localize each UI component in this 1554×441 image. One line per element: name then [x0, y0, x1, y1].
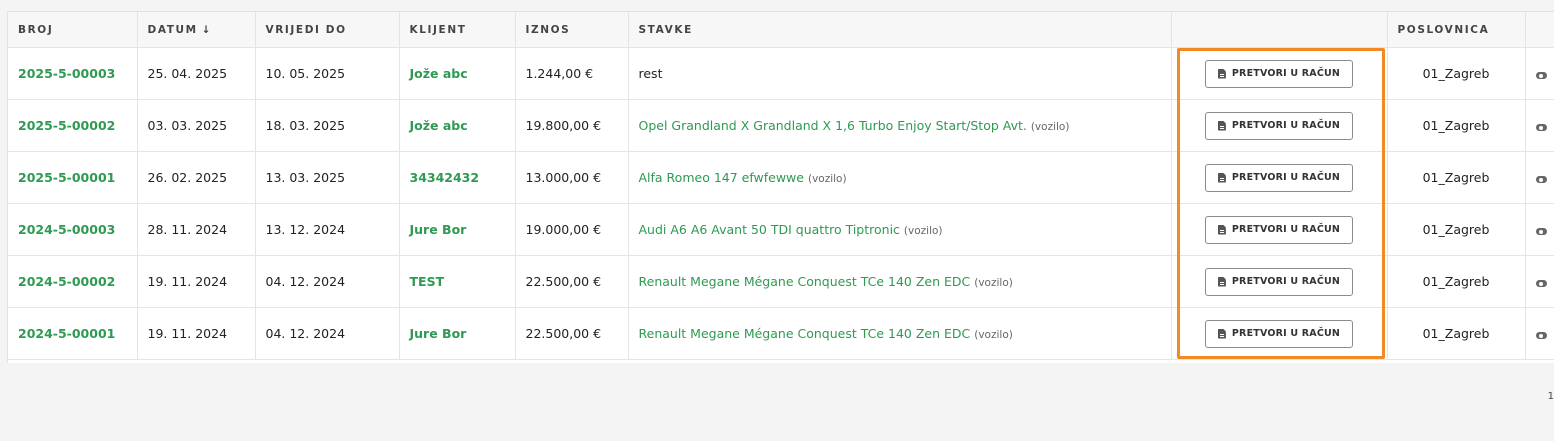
offer-amount: 19.800,00 €: [515, 99, 629, 152]
offer-date: 19. 11. 2024: [137, 307, 256, 360]
item-link[interactable]: Alfa Romeo 147 efwfewwe: [639, 170, 804, 185]
client-link[interactable]: Jože abc: [399, 47, 516, 100]
offer-number-link[interactable]: 2025-5-00001: [8, 151, 138, 204]
offer-date: 26. 02. 2025: [137, 151, 256, 204]
document-icon: [1217, 68, 1226, 79]
offer-amount: 19.000,00 €: [515, 203, 629, 256]
arrow-down-icon: ↓: [201, 23, 211, 36]
client-link[interactable]: Jure Bor: [399, 307, 516, 360]
column-header-datum[interactable]: DATUM ↓: [137, 12, 256, 48]
eye-icon[interactable]: [1535, 280, 1547, 287]
item-link[interactable]: Audi A6 A6 Avant 50 TDI quattro Tiptroni…: [639, 222, 900, 237]
offer-number-link[interactable]: 2025-5-00002: [8, 99, 138, 152]
document-icon: [1217, 328, 1226, 339]
convert-to-invoice-button[interactable]: PRETVORI U RAČUN: [1204, 319, 1354, 348]
action-cell: PRETVORI U RAČUN: [1171, 47, 1388, 100]
action-cell: PRETVORI U RAČUN: [1171, 255, 1388, 308]
offer-number-link[interactable]: 2025-5-00003: [8, 47, 138, 100]
eye-icon[interactable]: [1535, 72, 1547, 79]
view-cell: [1525, 151, 1554, 204]
item-link[interactable]: Opel Grandland X Grandland X 1,6 Turbo E…: [639, 118, 1027, 133]
offer-items: Alfa Romeo 147 efwfewwe (vozilo): [628, 151, 1172, 204]
offer-valid-until: 04. 12. 2024: [255, 255, 400, 308]
convert-to-invoice-button[interactable]: PRETVORI U RAČUN: [1204, 59, 1354, 88]
column-header-poslovnica[interactable]: POSLOVNICA: [1387, 12, 1526, 48]
view-cell: [1525, 47, 1554, 100]
eye-icon[interactable]: [1535, 176, 1547, 183]
column-header-action: [1171, 12, 1388, 48]
item-link[interactable]: Renault Megane Mégane Conquest TCe 140 Z…: [639, 326, 971, 341]
action-cell: PRETVORI U RAČUN: [1171, 99, 1388, 152]
branch: 01_Zagreb: [1387, 151, 1526, 204]
column-header-stavke[interactable]: STAVKE: [628, 12, 1172, 48]
offer-items: Audi A6 A6 Avant 50 TDI quattro Tiptroni…: [628, 203, 1172, 256]
table-row: 2025-5-00002 03. 03. 2025 18. 03. 2025 J…: [8, 99, 1554, 152]
offer-items: Opel Grandland X Grandland X 1,6 Turbo E…: [628, 99, 1172, 152]
client-link[interactable]: Jure Bor: [399, 203, 516, 256]
offer-items: Renault Megane Mégane Conquest TCe 140 Z…: [628, 307, 1172, 360]
branch: 01_Zagreb: [1387, 203, 1526, 256]
offer-amount: 22.500,00 €: [515, 255, 629, 308]
view-cell: [1525, 203, 1554, 256]
table-row: 2024-5-00003 28. 11. 2024 13. 12. 2024 J…: [8, 203, 1554, 256]
offer-amount: 13.000,00 €: [515, 151, 629, 204]
offer-valid-until: 13. 12. 2024: [255, 203, 400, 256]
column-header-klijent[interactable]: KLIJENT: [399, 12, 516, 48]
offer-amount: 1.244,00 €: [515, 47, 629, 100]
table-row: 2024-5-00002 19. 11. 2024 04. 12. 2024 T…: [8, 255, 1554, 308]
branch: 01_Zagreb: [1387, 255, 1526, 308]
action-cell: PRETVORI U RAČUN: [1171, 151, 1388, 204]
view-cell: [1525, 255, 1554, 308]
offer-date: 19. 11. 2024: [137, 255, 256, 308]
offer-date: 03. 03. 2025: [137, 99, 256, 152]
column-header-view: [1525, 12, 1554, 48]
offer-number-link[interactable]: 2024-5-00002: [8, 255, 138, 308]
column-header-vrijedi-do[interactable]: VRIJEDI DO: [255, 12, 400, 48]
action-cell: PRETVORI U RAČUN: [1171, 203, 1388, 256]
offer-valid-until: 04. 12. 2024: [255, 307, 400, 360]
offers-table: BROJ DATUM ↓ VRIJEDI DO KLIJENT IZNOS STA…: [8, 12, 1554, 360]
client-link[interactable]: TEST: [399, 255, 516, 308]
eye-icon[interactable]: [1535, 124, 1547, 131]
view-cell: [1525, 307, 1554, 360]
client-link[interactable]: 34342432: [399, 151, 516, 204]
offer-valid-until: 10. 05. 2025: [255, 47, 400, 100]
convert-to-invoice-button[interactable]: PRETVORI U RAČUN: [1204, 163, 1354, 192]
convert-to-invoice-button[interactable]: PRETVORI U RAČUN: [1204, 111, 1354, 140]
branch: 01_Zagreb: [1387, 99, 1526, 152]
document-icon: [1217, 120, 1226, 131]
offer-valid-until: 13. 03. 2025: [255, 151, 400, 204]
column-header-broj[interactable]: BROJ: [8, 12, 138, 48]
convert-to-invoice-button[interactable]: PRETVORI U RAČUN: [1204, 267, 1354, 296]
table-header-row: BROJ DATUM ↓ VRIJEDI DO KLIJENT IZNOS STA…: [8, 12, 1554, 48]
offer-date: 25. 04. 2025: [137, 47, 256, 100]
table-row: 2025-5-00001 26. 02. 2025 13. 03. 2025 3…: [8, 151, 1554, 204]
table-row: 2024-5-00001 19. 11. 2024 04. 12. 2024 J…: [8, 307, 1554, 360]
eye-icon[interactable]: [1535, 228, 1547, 235]
offer-items: rest: [628, 47, 1172, 100]
document-icon: [1217, 224, 1226, 235]
pagination-page-number[interactable]: 1: [1548, 391, 1554, 402]
column-header-iznos[interactable]: IZNOS: [515, 12, 629, 48]
convert-to-invoice-button[interactable]: PRETVORI U RAČUN: [1204, 215, 1354, 244]
branch: 01_Zagreb: [1387, 307, 1526, 360]
offer-valid-until: 18. 03. 2025: [255, 99, 400, 152]
item-link[interactable]: Renault Megane Mégane Conquest TCe 140 Z…: [639, 274, 971, 289]
offer-date: 28. 11. 2024: [137, 203, 256, 256]
document-icon: [1217, 172, 1226, 183]
offer-items: Renault Megane Mégane Conquest TCe 140 Z…: [628, 255, 1172, 308]
table-row: 2025-5-00003 25. 04. 2025 10. 05. 2025 J…: [8, 47, 1554, 100]
eye-icon[interactable]: [1535, 332, 1547, 339]
action-cell: PRETVORI U RAČUN: [1171, 307, 1388, 360]
offer-number-link[interactable]: 2024-5-00003: [8, 203, 138, 256]
document-icon: [1217, 276, 1226, 287]
offer-amount: 22.500,00 €: [515, 307, 629, 360]
offers-table-container: BROJ DATUM ↓ VRIJEDI DO KLIJENT IZNOS STA…: [7, 11, 1554, 363]
offer-number-link[interactable]: 2024-5-00001: [8, 307, 138, 360]
client-link[interactable]: Jože abc: [399, 99, 516, 152]
view-cell: [1525, 99, 1554, 152]
branch: 01_Zagreb: [1387, 47, 1526, 100]
